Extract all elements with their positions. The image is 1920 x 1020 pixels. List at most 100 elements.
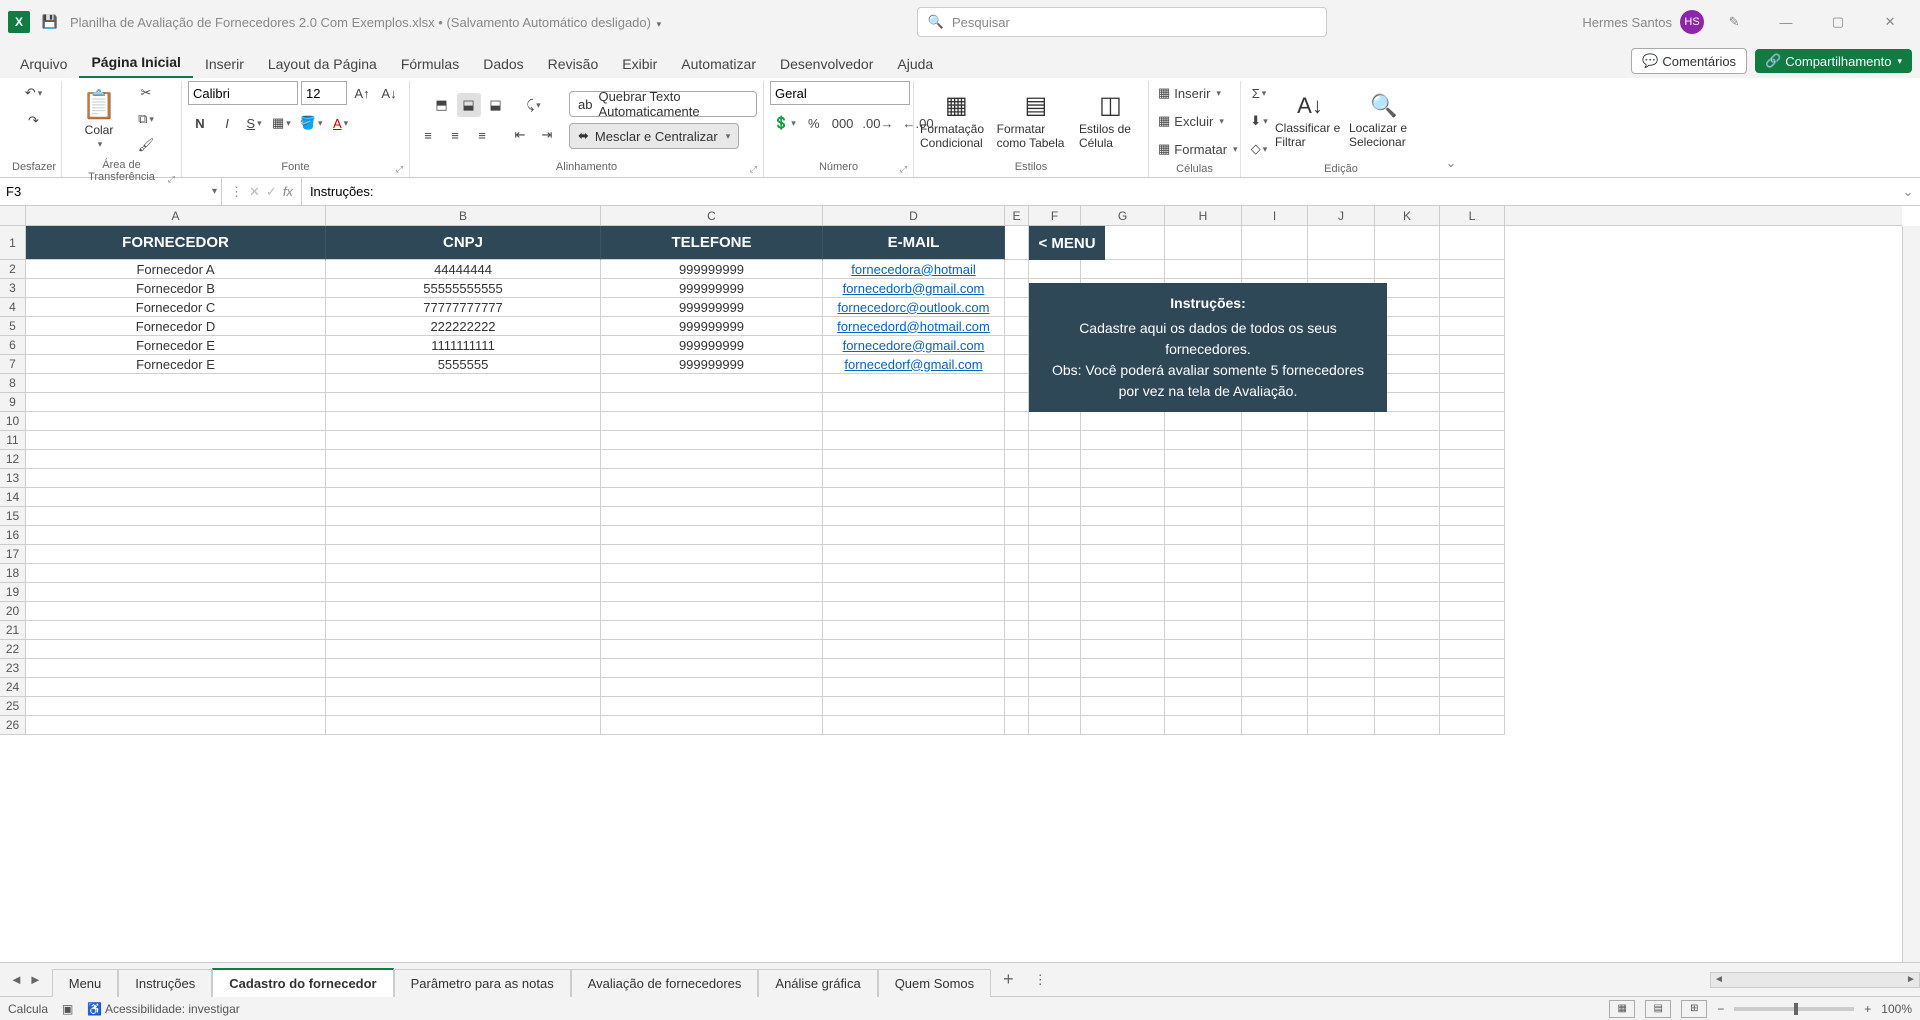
row-header-14[interactable]: 14 bbox=[0, 488, 26, 507]
cell[interactable] bbox=[1005, 640, 1029, 659]
cell[interactable] bbox=[1081, 469, 1165, 488]
cell[interactable] bbox=[1308, 226, 1375, 260]
cell[interactable] bbox=[1242, 583, 1308, 602]
cell[interactable] bbox=[326, 507, 601, 526]
sheet-nav-prev[interactable]: ◄ bbox=[10, 972, 23, 987]
cell[interactable] bbox=[601, 697, 823, 716]
header-cnpj[interactable]: CNPJ bbox=[326, 226, 601, 260]
cell[interactable] bbox=[1005, 621, 1029, 640]
cell[interactable] bbox=[1081, 412, 1165, 431]
cell-fornecedor-3[interactable]: Fornecedor B bbox=[26, 279, 326, 298]
cell[interactable] bbox=[1308, 488, 1375, 507]
cell[interactable] bbox=[1242, 659, 1308, 678]
tab-formulas[interactable]: Fórmulas bbox=[389, 50, 471, 78]
cell[interactable] bbox=[601, 393, 823, 412]
formula-input[interactable] bbox=[302, 178, 1896, 205]
cell[interactable] bbox=[1242, 697, 1308, 716]
cell[interactable] bbox=[823, 659, 1005, 678]
page-break-view-button[interactable]: ⊞ bbox=[1681, 1000, 1707, 1018]
dropdown-icon[interactable]: ⋮ bbox=[230, 184, 243, 200]
row-header-10[interactable]: 10 bbox=[0, 412, 26, 431]
cell[interactable] bbox=[1242, 545, 1308, 564]
cell[interactable] bbox=[1029, 716, 1081, 735]
sheet-nav-next[interactable]: ► bbox=[29, 972, 42, 987]
cell[interactable] bbox=[823, 545, 1005, 564]
col-header-B[interactable]: B bbox=[326, 206, 601, 225]
cell[interactable] bbox=[1375, 697, 1440, 716]
bold-button[interactable]: N bbox=[188, 111, 212, 135]
cell[interactable] bbox=[1081, 545, 1165, 564]
copy-button[interactable]: ⧉▾ bbox=[134, 107, 158, 131]
cell[interactable] bbox=[1440, 317, 1505, 336]
cell[interactable] bbox=[1165, 412, 1242, 431]
column-headers[interactable]: ABCDEFGHIJKL bbox=[26, 206, 1902, 226]
align-center-button[interactable]: ≡ bbox=[443, 123, 467, 147]
cell[interactable] bbox=[823, 564, 1005, 583]
cell[interactable] bbox=[26, 621, 326, 640]
cell[interactable] bbox=[823, 488, 1005, 507]
cell[interactable] bbox=[1005, 583, 1029, 602]
cell[interactable] bbox=[1165, 488, 1242, 507]
cell[interactable] bbox=[1005, 450, 1029, 469]
cell[interactable] bbox=[601, 621, 823, 640]
cell[interactable] bbox=[1029, 526, 1081, 545]
cell[interactable] bbox=[1005, 317, 1029, 336]
row-header-4[interactable]: 4 bbox=[0, 298, 26, 317]
cell[interactable] bbox=[1440, 412, 1505, 431]
cell[interactable] bbox=[1081, 697, 1165, 716]
cell[interactable] bbox=[823, 602, 1005, 621]
cell[interactable] bbox=[1375, 526, 1440, 545]
cell[interactable] bbox=[1165, 716, 1242, 735]
cell[interactable] bbox=[1005, 659, 1029, 678]
close-button[interactable]: ✕ bbox=[1868, 7, 1912, 37]
cell[interactable] bbox=[1375, 469, 1440, 488]
cell[interactable] bbox=[326, 640, 601, 659]
cell[interactable] bbox=[1375, 450, 1440, 469]
row-header-15[interactable]: 15 bbox=[0, 507, 26, 526]
comma-button[interactable]: 000 bbox=[829, 111, 857, 135]
tab-automatizar[interactable]: Automatizar bbox=[669, 50, 768, 78]
zoom-in-button[interactable]: + bbox=[1864, 1002, 1871, 1016]
cell[interactable] bbox=[326, 412, 601, 431]
cell[interactable] bbox=[1308, 659, 1375, 678]
cell[interactable] bbox=[1308, 602, 1375, 621]
cell[interactable] bbox=[1440, 716, 1505, 735]
col-header-L[interactable]: L bbox=[1440, 206, 1505, 225]
cell[interactable] bbox=[1029, 697, 1081, 716]
cell[interactable] bbox=[1029, 469, 1081, 488]
cell[interactable] bbox=[1005, 431, 1029, 450]
col-header-F[interactable]: F bbox=[1029, 206, 1081, 225]
cell[interactable] bbox=[26, 526, 326, 545]
cell[interactable] bbox=[1308, 507, 1375, 526]
cell[interactable] bbox=[1308, 564, 1375, 583]
cell[interactable] bbox=[601, 526, 823, 545]
cell[interactable] bbox=[1029, 450, 1081, 469]
row-header-25[interactable]: 25 bbox=[0, 697, 26, 716]
cell[interactable] bbox=[326, 545, 601, 564]
cell[interactable] bbox=[1375, 507, 1440, 526]
cell[interactable] bbox=[326, 583, 601, 602]
cell[interactable] bbox=[326, 469, 601, 488]
cell[interactable] bbox=[1005, 488, 1029, 507]
cell-fornecedor-5[interactable]: Fornecedor D bbox=[26, 317, 326, 336]
cell[interactable] bbox=[1440, 260, 1505, 279]
cell[interactable] bbox=[1081, 488, 1165, 507]
cell[interactable] bbox=[1165, 621, 1242, 640]
cell[interactable] bbox=[601, 488, 823, 507]
cell[interactable] bbox=[326, 488, 601, 507]
cell-tel-6[interactable]: 999999999 bbox=[601, 336, 823, 355]
cell[interactable] bbox=[1375, 226, 1440, 260]
cell[interactable] bbox=[26, 469, 326, 488]
vertical-scrollbar[interactable] bbox=[1902, 226, 1920, 962]
cell[interactable] bbox=[1165, 583, 1242, 602]
tab-ajuda[interactable]: Ajuda bbox=[885, 50, 945, 78]
cell-tel-3[interactable]: 999999999 bbox=[601, 279, 823, 298]
add-sheet-button[interactable]: + bbox=[991, 963, 1026, 996]
cell[interactable] bbox=[1242, 412, 1308, 431]
cell-tel-4[interactable]: 999999999 bbox=[601, 298, 823, 317]
cell[interactable] bbox=[1440, 488, 1505, 507]
cell[interactable] bbox=[1440, 697, 1505, 716]
sheet-tab-analise[interactable]: Análise gráfica bbox=[758, 969, 877, 997]
borders-button[interactable]: ▦▾ bbox=[269, 111, 294, 135]
cell[interactable] bbox=[1005, 412, 1029, 431]
